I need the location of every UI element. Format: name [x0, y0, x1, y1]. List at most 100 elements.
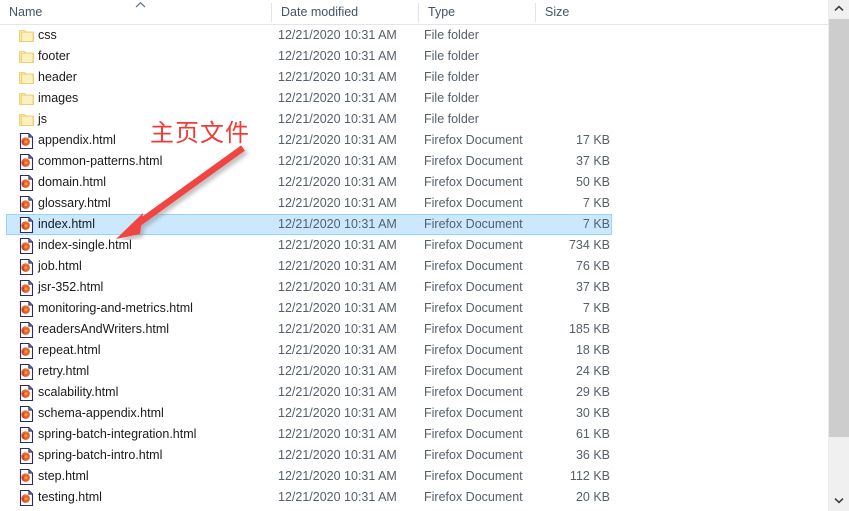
file-list-row[interactable]: jsr-352.html 12/21/2020 10:31 AM Firefox D… — [0, 277, 828, 298]
file-list-row[interactable]: domain.html 12/21/2020 10:31 AM Firefox Do… — [0, 172, 828, 193]
firefox-document-icon — [19, 217, 34, 233]
size-cell — [500, 46, 610, 67]
size-cell: 7 KB — [582, 196, 610, 210]
file-name-cell: step.html — [38, 469, 89, 483]
column-header-date-modified[interactable]: Date modified — [272, 0, 418, 25]
size-cell — [500, 25, 610, 46]
size-cell: 17 KB — [575, 133, 610, 147]
chevron-down-icon — [829, 497, 849, 504]
scroll-up-button[interactable] — [829, 0, 849, 19]
size-cell: 36 KB — [575, 448, 610, 462]
size-cell: 29 KB — [575, 385, 610, 399]
file-name-cell: header — [38, 70, 77, 84]
size-cell — [500, 67, 610, 88]
firefox-document-icon — [19, 322, 34, 338]
date-modified-cell: 12/21/2020 10:31 AM — [278, 301, 397, 315]
file-list-row[interactable]: retry.html 12/21/2020 10:31 AM Firefox Doc… — [0, 361, 828, 382]
firefox-document-icon — [19, 259, 34, 275]
date-modified-cell: 12/21/2020 10:31 AM — [278, 343, 397, 357]
file-name-cell: monitoring-and-metrics.html — [38, 301, 193, 315]
file-list-row[interactable]: index.html 12/21/2020 10:31 AM Firefox Doc… — [0, 214, 828, 235]
date-modified-cell: 12/21/2020 10:31 AM — [278, 28, 397, 42]
date-modified-cell: 12/21/2020 10:31 AM — [278, 427, 397, 441]
file-name-cell: retry.html — [38, 364, 90, 378]
column-header-type[interactable]: Type — [419, 0, 535, 25]
date-modified-cell: 12/21/2020 10:31 AM — [278, 259, 397, 273]
file-list-row[interactable]: spring-batch-intro.html 12/21/2020 10:31 … — [0, 445, 828, 466]
firefox-document-icon — [19, 448, 34, 464]
size-cell: 734 KB — [568, 238, 610, 252]
date-modified-cell: 12/21/2020 10:31 AM — [278, 238, 397, 252]
file-explorer-list-view: Name Date modified Type Size css 12/21/20… — [0, 0, 849, 511]
date-modified-cell: 12/21/2020 10:31 AM — [278, 469, 397, 483]
folder-icon — [19, 70, 34, 86]
size-cell: 7 KB — [582, 217, 610, 231]
file-name-cell: appendix.html — [38, 133, 116, 147]
date-modified-cell: 12/21/2020 10:31 AM — [278, 217, 397, 231]
type-cell: File folder — [424, 91, 479, 105]
scroll-down-button[interactable] — [829, 492, 849, 511]
size-cell: 61 KB — [575, 427, 610, 441]
firefox-document-icon — [19, 175, 34, 191]
file-name-cell: spring-batch-intro.html — [38, 448, 163, 462]
folder-icon — [19, 112, 34, 128]
column-header-row: Name Date modified Type Size — [0, 0, 828, 25]
file-list-row[interactable]: spring-batch-integration.html 12/21/2020 … — [0, 424, 828, 445]
file-list-row[interactable]: images 12/21/2020 10:31 AM File folder — [0, 88, 828, 109]
size-cell — [500, 88, 610, 109]
date-modified-cell: 12/21/2020 10:31 AM — [278, 406, 397, 420]
file-list-row[interactable]: css 12/21/2020 10:31 AM File folder — [0, 25, 828, 46]
file-name-cell: css — [38, 28, 57, 42]
file-list-row[interactable]: scalability.html 12/21/2020 10:31 AM Firef… — [0, 382, 828, 403]
file-name-cell: repeat.html — [38, 343, 101, 357]
file-list-row[interactable]: glossary.html 12/21/2020 10:31 AM Firefox … — [0, 193, 828, 214]
size-cell: 7 KB — [582, 301, 610, 315]
date-modified-cell: 12/21/2020 10:31 AM — [278, 91, 397, 105]
file-list-row[interactable]: footer 12/21/2020 10:31 AM File folder — [0, 46, 828, 67]
file-list-row[interactable]: appendix.html 12/21/2020 10:31 AM Firefox … — [0, 130, 828, 151]
column-header-size[interactable]: Size — [536, 0, 626, 25]
date-modified-cell: 12/21/2020 10:31 AM — [278, 112, 397, 126]
firefox-document-icon — [19, 238, 34, 254]
file-name-cell: schema-appendix.html — [38, 406, 164, 420]
vertical-scrollbar[interactable] — [828, 0, 849, 511]
date-modified-cell: 12/21/2020 10:31 AM — [278, 322, 397, 336]
file-list-row[interactable]: header 12/21/2020 10:31 AM File folder — [0, 67, 828, 88]
file-list[interactable]: css 12/21/2020 10:31 AM File folder footer 1… — [0, 25, 828, 511]
date-modified-cell: 12/21/2020 10:31 AM — [278, 175, 397, 189]
file-list-row[interactable]: js 12/21/2020 10:31 AM File folder — [0, 109, 828, 130]
folder-icon — [19, 91, 34, 107]
scrollbar-thumb[interactable] — [829, 19, 849, 437]
file-name-cell: domain.html — [38, 175, 107, 189]
file-list-row[interactable]: step.html 12/21/2020 10:31 AM Firefox Docu… — [0, 466, 828, 487]
file-name-cell: footer — [38, 49, 70, 63]
size-cell: 76 KB — [575, 259, 610, 273]
size-cell: 18 KB — [575, 343, 610, 357]
firefox-document-icon — [19, 385, 34, 401]
size-cell: 50 KB — [575, 175, 610, 189]
file-name-cell: index.html — [38, 217, 95, 231]
file-list-row[interactable]: testing.html 12/21/2020 10:31 AM Firefox D… — [0, 487, 828, 508]
file-list-row[interactable]: index-single.html 12/21/2020 10:31 AM Fire… — [0, 235, 828, 256]
file-name-cell: testing.html — [38, 490, 102, 504]
size-cell — [500, 109, 610, 130]
size-cell: 112 KB — [569, 469, 610, 483]
file-list-row[interactable]: job.html 12/21/2020 10:31 AM Firefox Docum… — [0, 256, 828, 277]
firefox-document-icon — [19, 133, 34, 149]
file-list-row[interactable]: readersAndWriters.html 12/21/2020 10:31 A… — [0, 319, 828, 340]
type-cell: File folder — [424, 70, 479, 84]
firefox-document-icon — [19, 406, 34, 422]
file-name-cell: readersAndWriters.html — [38, 322, 170, 336]
file-name-cell: js — [38, 112, 48, 126]
file-list-row[interactable]: schema-appendix.html 12/21/2020 10:31 AM F… — [0, 403, 828, 424]
firefox-document-icon — [19, 154, 34, 170]
file-list-row[interactable]: repeat.html 12/21/2020 10:31 AM Firefox Do… — [0, 340, 828, 361]
file-name-cell: jsr-352.html — [38, 280, 104, 294]
firefox-document-icon — [19, 427, 34, 443]
file-name-cell: scalability.html — [38, 385, 119, 399]
date-modified-cell: 12/21/2020 10:31 AM — [278, 49, 397, 63]
date-modified-cell: 12/21/2020 10:31 AM — [278, 490, 397, 504]
file-list-row[interactable]: monitoring-and-metrics.html 12/21/2020 10… — [0, 298, 828, 319]
file-list-row[interactable]: common-patterns.html 12/21/2020 10:31 AM F… — [0, 151, 828, 172]
firefox-document-icon — [19, 490, 34, 506]
